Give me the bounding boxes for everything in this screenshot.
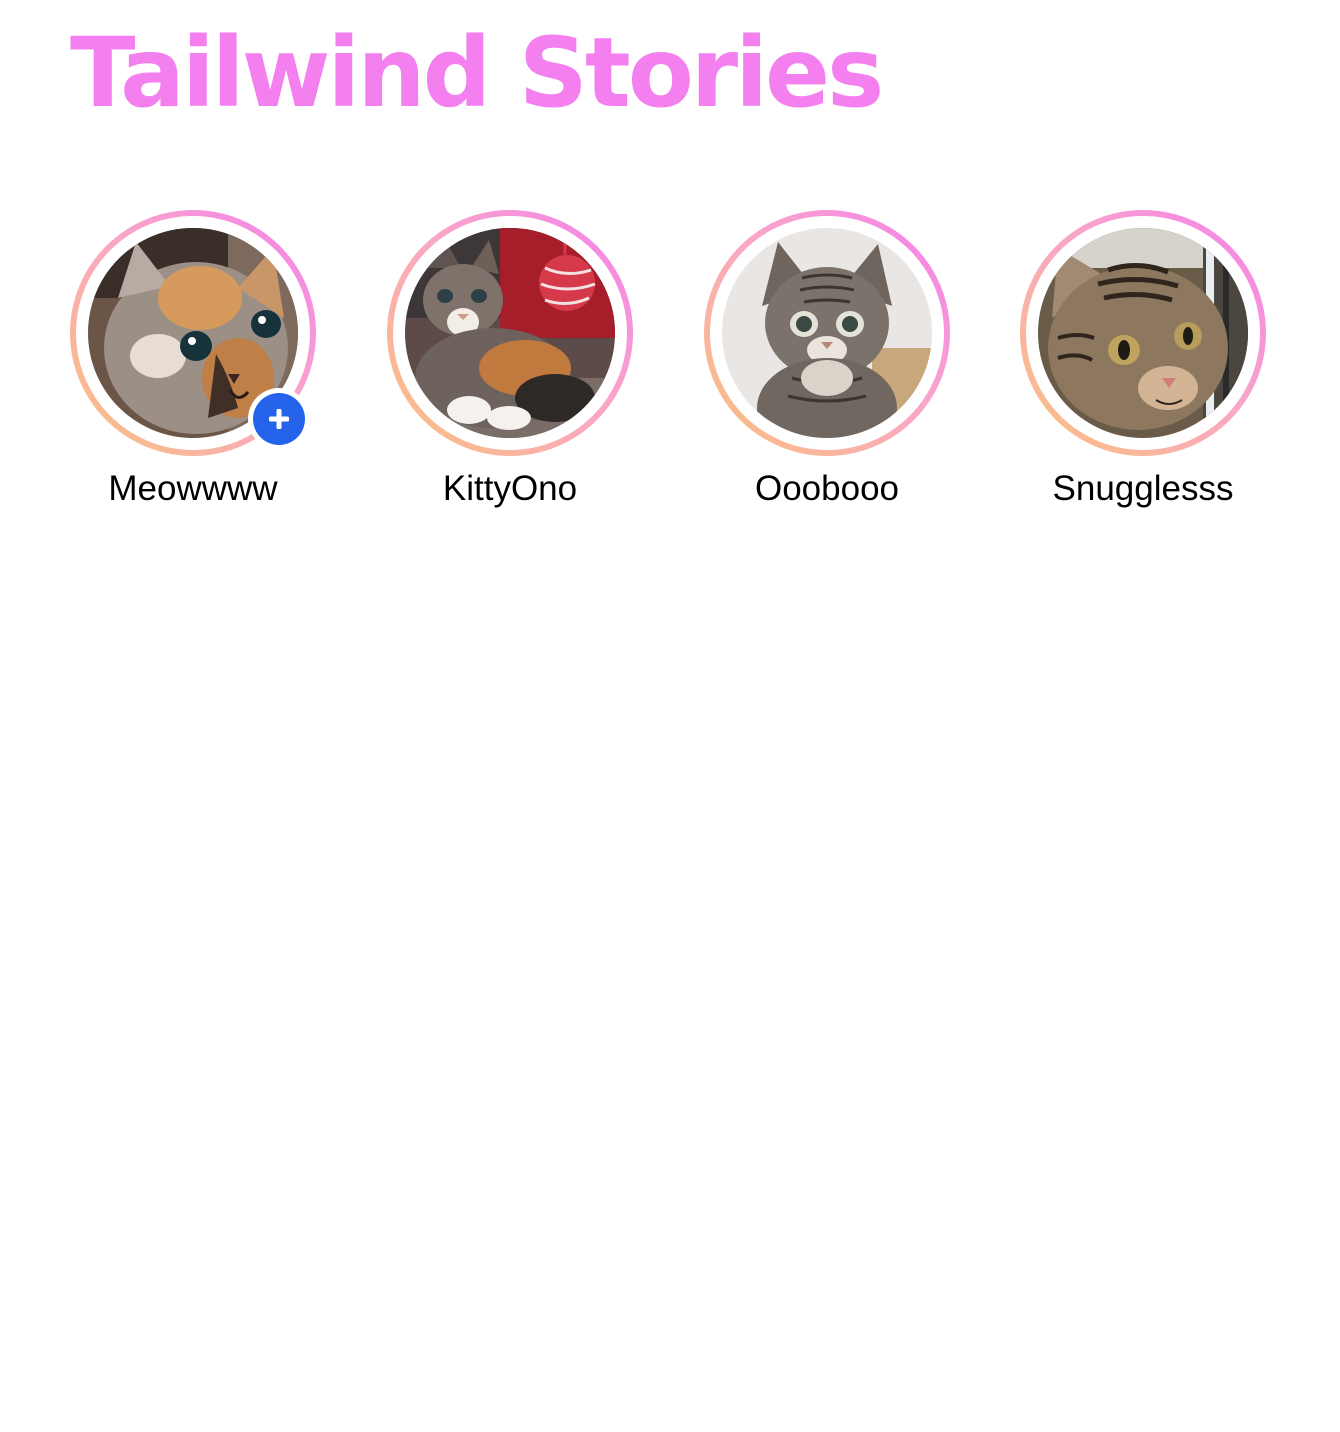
page-title: Tailwind Stories [70,17,884,129]
plus-icon [269,409,289,429]
stories-row: Meowwww KittyOno Ooobooo Snugglesss [70,210,1270,520]
story-ooobooo[interactable]: Ooobooo [704,210,950,510]
story-name: Ooobooo [754,469,900,508]
gray-tabby-kitten-image [722,228,932,438]
brown-tabby-kitten-avatar [1038,228,1248,438]
kitten-with-yarn-ball-image [405,228,615,438]
story-name: Meowwww [108,469,278,508]
story-snugglesss[interactable]: Snugglesss [1020,210,1266,510]
story-meowwww[interactable]: Meowwww [70,210,316,510]
kitten-with-yarn-ball-avatar [405,228,615,438]
add-story-button[interactable] [248,388,310,450]
story-name: Snugglesss [1052,469,1234,508]
gray-tabby-kitten-avatar [722,228,932,438]
story-kittyono[interactable]: KittyOno [387,210,633,510]
story-name: KittyOno [442,469,578,508]
brown-tabby-kitten-image [1038,228,1248,438]
